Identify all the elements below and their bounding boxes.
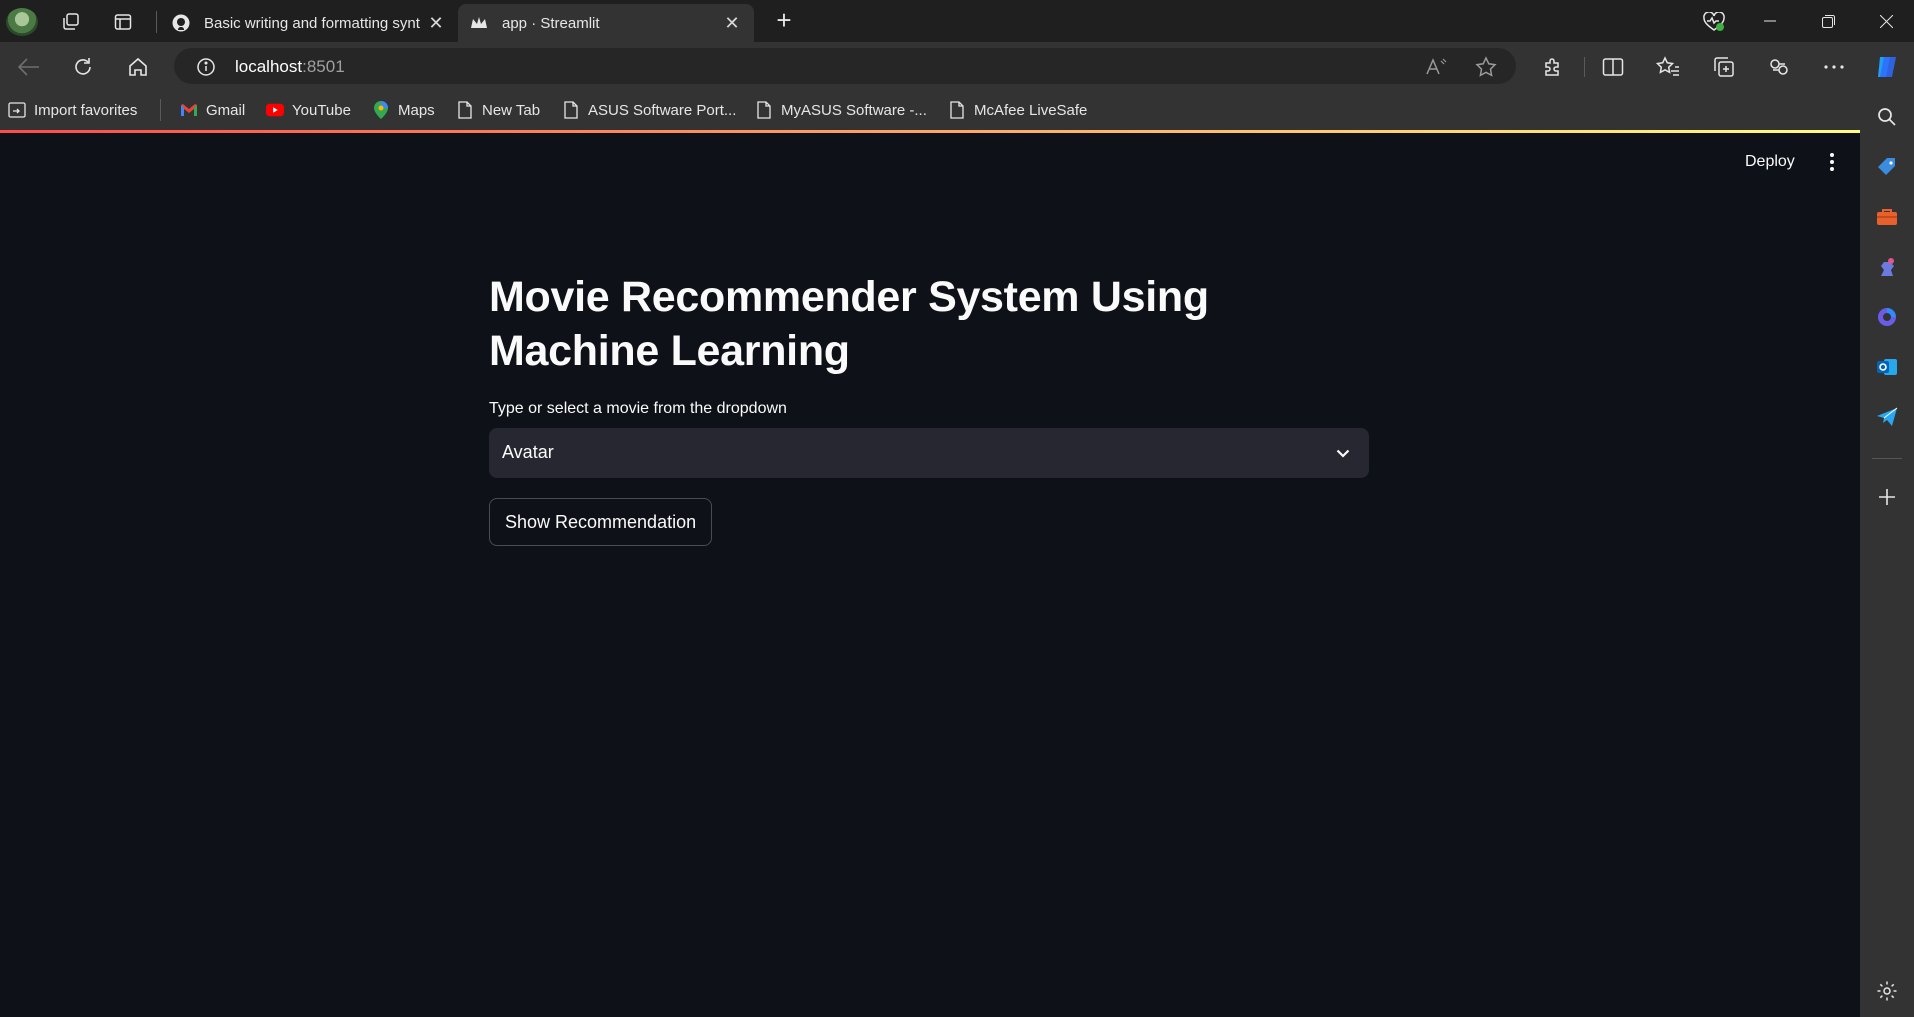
bookmark-label: McAfee LiveSafe	[974, 101, 1088, 119]
home-button[interactable]	[123, 52, 153, 82]
chevron-down-icon[interactable]	[1333, 443, 1353, 463]
github-icon	[172, 14, 190, 32]
restore-button[interactable]	[1800, 0, 1856, 42]
more-options-icon[interactable]	[1820, 53, 1848, 81]
bookmark-label: MyASUS Software -...	[781, 101, 927, 119]
page-icon	[562, 101, 580, 119]
bookmark-label: YouTube	[292, 101, 351, 119]
extensions-icon[interactable]	[1539, 53, 1567, 81]
bookmark-maps[interactable]: Maps	[372, 100, 435, 120]
tab-github-docs[interactable]: Basic writing and formatting synt ✕	[160, 4, 458, 42]
settings-gear-icon[interactable]	[1873, 977, 1901, 1005]
bookmark-asus-software-portal[interactable]: ASUS Software Port...	[562, 100, 736, 120]
games-icon[interactable]	[1873, 253, 1901, 281]
site-info-icon[interactable]	[194, 55, 218, 79]
page-icon	[755, 101, 773, 119]
collections-icon[interactable]	[1710, 53, 1738, 81]
add-icon[interactable]	[1873, 483, 1901, 511]
address-bar[interactable]: localhost:8501	[174, 48, 1516, 84]
bookmark-youtube[interactable]: YouTube	[266, 100, 351, 120]
main-menu-icon[interactable]	[1822, 150, 1842, 174]
send-telegram-icon[interactable]	[1873, 403, 1901, 431]
bookmark-import-favorites[interactable]: Import favorites	[8, 100, 137, 120]
vertical-tabs-icon[interactable]	[109, 8, 137, 36]
tab-title: Basic writing and formatting synt	[204, 14, 420, 32]
bookmark-label: New Tab	[482, 101, 541, 119]
tab-title: app · Streamlit	[502, 14, 600, 32]
back-button[interactable]	[14, 52, 44, 82]
maps-pin-icon	[372, 101, 390, 119]
divider	[160, 99, 161, 121]
deploy-button[interactable]: Deploy	[1733, 150, 1807, 174]
new-tab-button[interactable]: +	[770, 7, 798, 35]
outlook-icon[interactable]	[1873, 353, 1901, 381]
selected-movie: Avatar	[502, 442, 554, 462]
copilot-sidebar-icon[interactable]	[1873, 303, 1901, 331]
bookmark-gmail[interactable]: Gmail	[180, 100, 245, 120]
shopping-tag-icon[interactable]	[1873, 153, 1901, 181]
search-icon[interactable]	[1873, 103, 1901, 131]
minimize-button[interactable]	[1742, 0, 1798, 42]
page-icon	[456, 101, 474, 119]
bookmark-mcafee-livesafe[interactable]: McAfee LiveSafe	[948, 100, 1087, 120]
refresh-button[interactable]	[68, 52, 98, 82]
bookmark-new-tab[interactable]: New Tab	[456, 100, 540, 120]
split-screen-icon[interactable]	[1599, 53, 1627, 81]
bookmark-label: Import favorites	[34, 101, 138, 119]
gmail-icon	[180, 101, 198, 119]
close-icon[interactable]: ✕	[426, 13, 446, 33]
profile-avatar[interactable]	[6, 8, 38, 36]
close-icon[interactable]: ✕	[722, 13, 742, 33]
browser-essentials-icon[interactable]	[1700, 8, 1728, 36]
select-label: Type or select a movie from the dropdown	[489, 400, 787, 417]
streamlit-app: Deploy Movie Recommender System Using Ma…	[0, 130, 1860, 1017]
close-window-button[interactable]	[1858, 0, 1914, 42]
bookmark-label: Maps	[398, 101, 435, 119]
tab-strip: Basic writing and formatting synt ✕ app …	[0, 0, 1914, 42]
streamlit-crown-icon	[470, 14, 488, 32]
movie-select[interactable]: Avatar	[489, 428, 1369, 478]
page-title: Movie Recommender System Using Machine L…	[489, 273, 1209, 375]
bookmark-label: Gmail	[206, 101, 246, 119]
tab-streamlit-app[interactable]: app · Streamlit ✕	[458, 4, 754, 42]
page-icon	[948, 101, 966, 119]
bookmark-myasus-software[interactable]: MyASUS Software -...	[755, 100, 927, 120]
favorite-star-icon[interactable]	[1474, 55, 1498, 79]
bookmark-label: ASUS Software Port...	[588, 101, 737, 119]
import-icon	[8, 101, 26, 119]
copilot-side-icon[interactable]	[1765, 53, 1793, 81]
read-aloud-icon[interactable]	[1424, 55, 1448, 79]
show-recommendation-button[interactable]: Show Recommendation	[489, 498, 713, 546]
header-decoration	[0, 130, 1860, 133]
favorites-icon[interactable]	[1654, 53, 1682, 81]
url-text: localhost:8501	[235, 57, 345, 76]
tools-briefcase-icon[interactable]	[1873, 203, 1901, 231]
toolbar: localhost:8501	[0, 42, 1914, 90]
main-block: Movie Recommender System Using Machine L…	[489, 270, 1370, 546]
workspaces-icon[interactable]	[57, 8, 85, 36]
youtube-icon	[266, 101, 284, 119]
favorites-bar: Import favorites Gmail YouTube Maps New …	[0, 90, 1866, 130]
divider	[1872, 458, 1902, 459]
copilot-icon[interactable]	[1873, 53, 1901, 81]
edge-sidebar	[1860, 90, 1914, 1017]
